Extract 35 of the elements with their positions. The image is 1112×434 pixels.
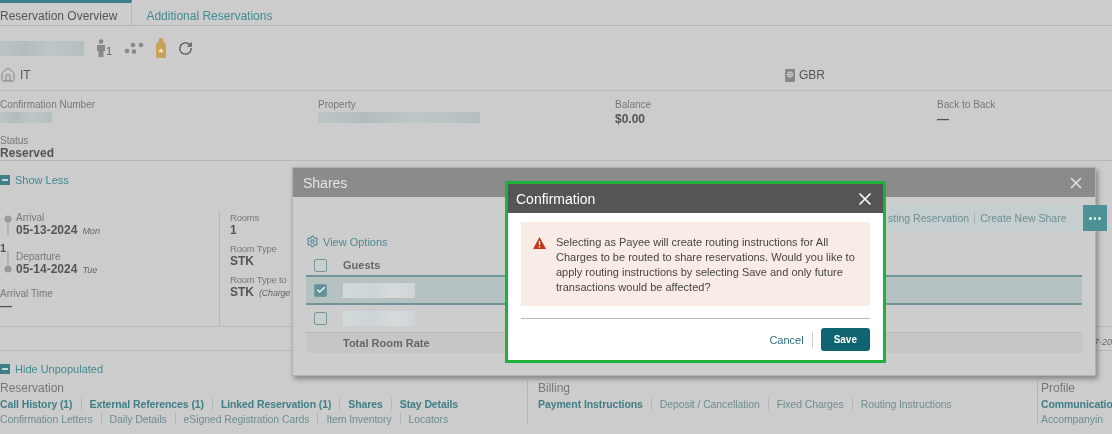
departure-date: 05-14-2024 [16, 262, 78, 276]
field-label: Room Type to [230, 274, 288, 285]
field-value: STK [230, 254, 254, 268]
field-note: (Charge [259, 288, 291, 298]
section-title: Billing [538, 381, 571, 395]
field-label: Property [318, 99, 357, 110]
field-label: Room Type [230, 243, 278, 254]
field-label: Balance [615, 99, 653, 110]
dialog-title: Shares [303, 174, 348, 191]
field-label: Back to Back [937, 99, 997, 110]
section-title: Profile [1041, 381, 1076, 395]
field-label: Arrival [16, 212, 46, 223]
warning-text: Selecting as Payee will create routing instructions for All Charges to be routed to share reservations. Would you like to apply routing instructions by selecting Save and only future transactions would be affected? [556, 235, 856, 295]
nights-count: 1 [0, 242, 7, 254]
adult-count: 1 [106, 45, 113, 57]
field-value: STK [230, 285, 254, 299]
field-label: Status [0, 135, 30, 146]
field-label: Rooms [230, 212, 261, 223]
dialog-title: Confirmation [516, 190, 596, 207]
language-code: IT [20, 68, 31, 82]
field-value: Reserved [0, 146, 56, 160]
field-label: Departure [16, 251, 62, 262]
column-header: Guests [343, 259, 381, 271]
total-label: Total Room Rate [343, 337, 430, 349]
field-label: Confirmation Number [0, 99, 97, 110]
nationality-code: GBR [799, 68, 825, 82]
arrival-date: 05-13-2024 [16, 223, 78, 237]
weekday: Mon [82, 226, 100, 236]
field-value: — [937, 112, 950, 126]
weekday: Tue [82, 265, 98, 275]
field-label: Arrival Time [0, 288, 54, 299]
section-title: Reservation [0, 381, 66, 395]
field-value: 1 [230, 223, 237, 237]
field-value: $0.00 [615, 112, 647, 126]
field-value: — [0, 299, 13, 313]
